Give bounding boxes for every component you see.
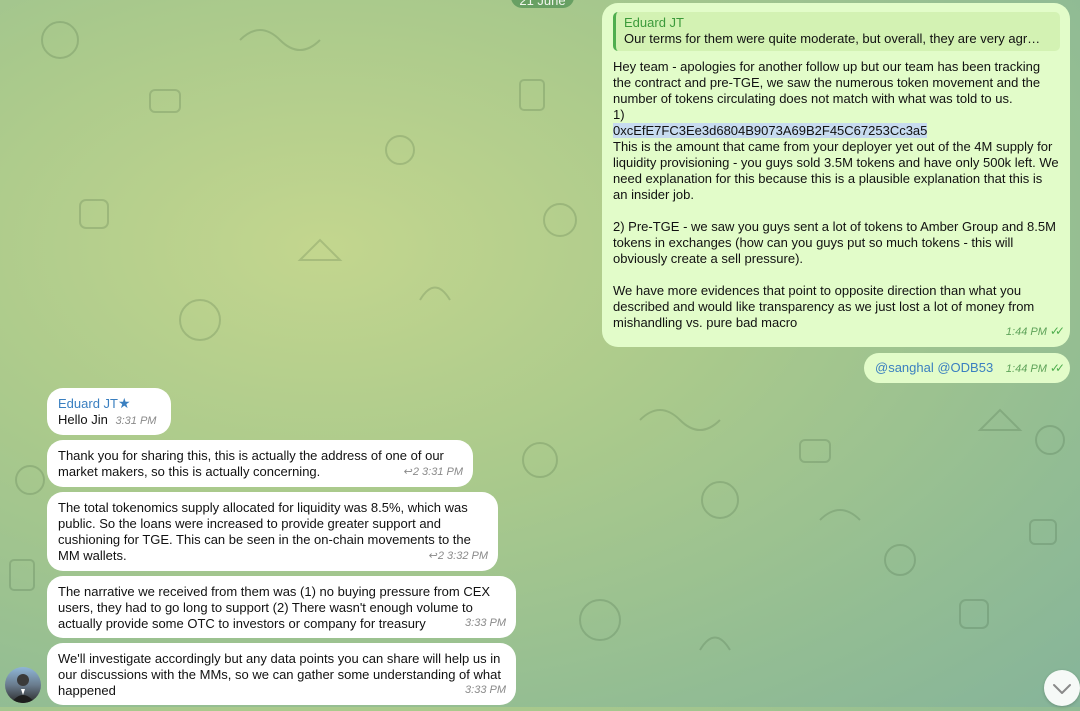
- message-text: We'll investigate accordingly but any da…: [58, 651, 501, 698]
- reply-quote-text: Our terms for them were quite moderate, …: [624, 31, 1041, 46]
- message-time: 3:31 PM: [422, 466, 463, 478]
- incoming-message[interactable]: The total tokenomics supply allocated fo…: [47, 492, 498, 571]
- avatar-person-icon: [11, 674, 35, 703]
- message-time: 1:44 PM: [1005, 363, 1047, 375]
- reply-icon: ↩: [403, 466, 413, 478]
- message-text: Hey team - apologies for another follow …: [613, 59, 1060, 331]
- reply-count[interactable]: 2: [438, 550, 444, 562]
- message-text: The narrative we received from them was …: [58, 584, 491, 631]
- message-meta: 3:33 PM: [465, 682, 506, 698]
- wallet-address[interactable]: 0xcEfE7FC3Ee3d6804B9073A69B2F45C67253Cc3…: [613, 123, 928, 138]
- message-paragraph: 1): [613, 107, 625, 122]
- message-paragraph: We have more evidences that point to opp…: [613, 283, 1035, 330]
- scroll-to-bottom-button[interactable]: [1044, 670, 1080, 706]
- reply-quote-sender: Eduard JT: [624, 15, 684, 30]
- incoming-message[interactable]: The narrative we received from them was …: [47, 576, 516, 638]
- message-meta: 1:44 PM ✓✓: [1005, 360, 1065, 377]
- message-time: 3:33 PM: [465, 617, 506, 629]
- double-check-icon: ✓✓: [1049, 361, 1065, 375]
- reply-icon: ↩: [428, 550, 438, 562]
- outgoing-message[interactable]: @sanghal @ODB53 1:44 PM ✓✓: [864, 353, 1070, 383]
- message-text: Hello Jin: [58, 412, 108, 427]
- message-time: 3:32 PM: [447, 550, 488, 562]
- message-paragraph: Hey team - apologies for another follow …: [613, 59, 1041, 106]
- message-time: 3:31 PM: [115, 415, 157, 427]
- incoming-message[interactable]: We'll investigate accordingly but any da…: [47, 643, 516, 705]
- sender-name[interactable]: Eduard JT: [58, 396, 118, 411]
- message-time: 1:44 PM: [1005, 326, 1047, 338]
- star-badge-icon: ★: [117, 395, 131, 411]
- outgoing-message[interactable]: Eduard JT Our terms for them were quite …: [602, 3, 1070, 347]
- message-meta: ↩2 3:32 PM: [429, 548, 488, 564]
- reply-quote[interactable]: Eduard JT Our terms for them were quite …: [613, 12, 1060, 51]
- reply-count[interactable]: 2: [413, 466, 419, 478]
- message-sender[interactable]: Eduard JT★: [58, 395, 161, 412]
- date-separator: 21 June: [511, 0, 574, 8]
- message-meta: 1:44 PM ✓✓: [1005, 323, 1065, 340]
- message-paragraph: This is the amount that came from your d…: [613, 139, 1059, 202]
- message-paragraph: 2) Pre-TGE - we saw you guys sent a lot …: [613, 219, 1056, 266]
- chevron-down-icon: [1053, 684, 1071, 694]
- incoming-message[interactable]: Thank you for sharing this, this is actu…: [47, 440, 473, 487]
- double-check-icon: ✓✓: [1049, 324, 1065, 338]
- message-time: 3:33 PM: [465, 684, 506, 696]
- message-meta: ↩2 3:31 PM: [404, 464, 463, 480]
- avatar[interactable]: [5, 667, 41, 703]
- message-mentions[interactable]: @sanghal @ODB53: [875, 360, 993, 375]
- incoming-message[interactable]: Eduard JT★ Hello Jin 3:31 PM: [47, 388, 171, 435]
- message-meta: 3:33 PM: [465, 615, 506, 631]
